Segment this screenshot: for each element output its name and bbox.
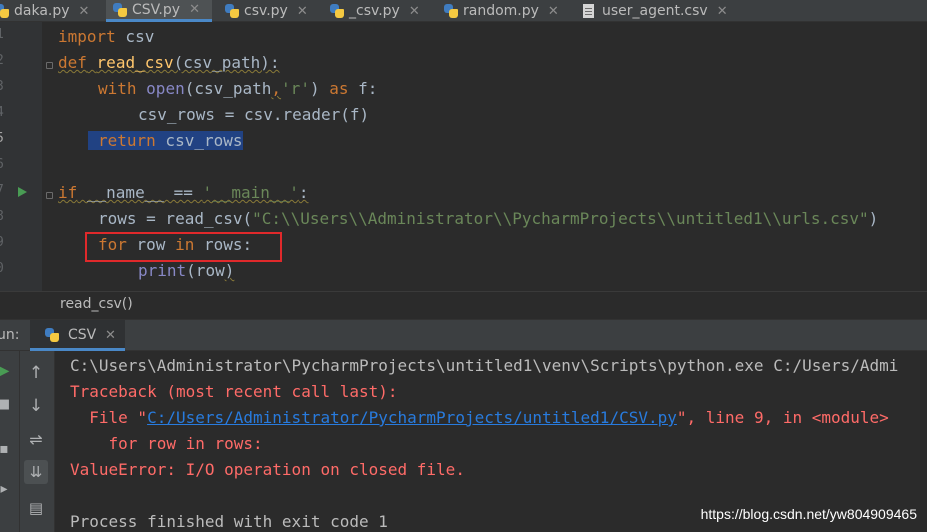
code-line-5: return csv_rows xyxy=(88,128,243,154)
fold-marker-icon[interactable] xyxy=(46,192,53,199)
console-error-line: ValueError: I/O operation on closed file… xyxy=(70,460,465,479)
line-number: 8 xyxy=(0,209,8,224)
console-line: C:\Users\Administrator\PycharmProjects\u… xyxy=(70,356,899,375)
run-gutter-icon[interactable] xyxy=(18,187,27,197)
close-icon[interactable]: ✕ xyxy=(548,4,559,19)
code-line-7: if __name__ == '__main__': xyxy=(58,183,309,202)
close-icon[interactable]: ✕ xyxy=(717,4,728,19)
tab-user-agent-csv[interactable]: user_agent.csv ✕ xyxy=(582,0,728,22)
more-icon[interactable]: ▸ xyxy=(0,477,16,501)
tab-label: user_agent.csv xyxy=(602,3,708,19)
line-number-gutter: 1 2 3 4 5 6 7 8 9 0 xyxy=(0,22,42,291)
code-line-3: with open(csv_path,'r') as f: xyxy=(98,79,378,98)
console-line: Process finished with exit code 1 xyxy=(70,512,388,531)
python-file-icon xyxy=(0,3,10,19)
line-number: 0 xyxy=(0,261,8,276)
run-panel-header: un: CSV ✕ xyxy=(0,319,927,351)
python-file-icon xyxy=(112,2,128,18)
console-error-line: Traceback (most recent call last): xyxy=(70,382,398,401)
code-line-2: def read_csv(csv_path): xyxy=(58,53,280,72)
line-number: 1 xyxy=(0,27,8,42)
print-icon[interactable]: ▤ xyxy=(24,496,48,520)
tab-csv-lower-py[interactable]: csv.py ✕ xyxy=(224,0,308,22)
line-number: 2 xyxy=(0,53,8,68)
line-number: 6 xyxy=(0,157,8,172)
close-icon[interactable]: ✕ xyxy=(79,4,90,19)
file-link[interactable]: C:/Users/Administrator/PycharmProjects/u… xyxy=(147,408,677,427)
pin-icon[interactable]: ▪ xyxy=(0,437,16,461)
tab-label: csv.py xyxy=(244,3,288,19)
fold-marker-icon[interactable] xyxy=(46,62,53,69)
tab-random-py[interactable]: random.py ✕ xyxy=(443,0,559,22)
close-icon[interactable]: ✕ xyxy=(105,328,116,343)
rerun-icon[interactable]: ▶ xyxy=(0,359,16,383)
close-icon[interactable]: ✕ xyxy=(409,4,420,19)
line-number-current: 5 xyxy=(0,131,8,146)
run-tab-csv[interactable]: CSV ✕ xyxy=(30,320,125,351)
breadcrumb-bar: read_csv() xyxy=(0,291,927,319)
code-editor[interactable]: 1 2 3 4 5 6 7 8 9 0 import csv def read_… xyxy=(0,22,927,291)
tab-label: daka.py xyxy=(14,3,70,19)
console-error-line: File "C:/Users/Administrator/PycharmProj… xyxy=(70,408,889,427)
watermark: https://blog.csdn.net/yw804909465 xyxy=(700,506,917,522)
line-number: 7 xyxy=(0,183,8,198)
tab-label: CSV.py xyxy=(132,1,181,18)
tab-label: random.py xyxy=(463,3,539,19)
run-panel-label: un: xyxy=(0,327,20,343)
csv-file-icon xyxy=(582,3,596,19)
tab-csv-py[interactable]: CSV.py ✕ xyxy=(106,0,212,22)
console-error-line: for row in rows: xyxy=(70,434,263,453)
run-console-toolbar: ↑ ↓ ⇌ ⇊ ▤ xyxy=(20,351,55,532)
python-file-icon xyxy=(443,3,459,19)
scroll-to-end-icon[interactable]: ⇊ xyxy=(24,460,48,484)
stop-icon[interactable]: ■ xyxy=(0,393,16,417)
tab-label: _csv.py xyxy=(349,3,400,19)
tab-underscore-csv-py[interactable]: _csv.py ✕ xyxy=(329,0,420,22)
scroll-down-icon[interactable]: ↓ xyxy=(24,394,48,418)
close-icon[interactable]: ✕ xyxy=(297,4,308,19)
close-icon[interactable]: ✕ xyxy=(189,2,200,17)
editor-tab-bar: daka.py ✕ CSV.py ✕ csv.py ✕ _csv.py ✕ ra… xyxy=(0,0,927,22)
code-line-4: csv_rows = csv.reader(f) xyxy=(138,105,370,124)
soft-wrap-icon[interactable]: ⇌ xyxy=(24,428,48,452)
tab-daka-py[interactable]: daka.py ✕ xyxy=(0,0,89,22)
code-line-1: import csv xyxy=(58,27,155,46)
line-number: 9 xyxy=(0,235,8,250)
run-tab-label: CSV xyxy=(68,327,97,343)
python-file-icon xyxy=(224,3,240,19)
highlight-annotation-box xyxy=(85,232,282,262)
line-number: 3 xyxy=(0,79,8,94)
python-file-icon xyxy=(44,327,60,343)
python-file-icon xyxy=(329,3,345,19)
run-console-output[interactable]: C:\Users\Administrator\PycharmProjects\u… xyxy=(55,351,927,532)
run-left-toolbar: ▶ ■ ▪ ▸ xyxy=(0,351,20,532)
scroll-up-icon[interactable]: ↑ xyxy=(24,361,48,385)
line-number: 4 xyxy=(0,105,8,120)
code-line-8: rows = read_csv("C:\\Users\\Administrato… xyxy=(98,209,879,228)
breadcrumb[interactable]: read_csv() xyxy=(60,296,133,312)
